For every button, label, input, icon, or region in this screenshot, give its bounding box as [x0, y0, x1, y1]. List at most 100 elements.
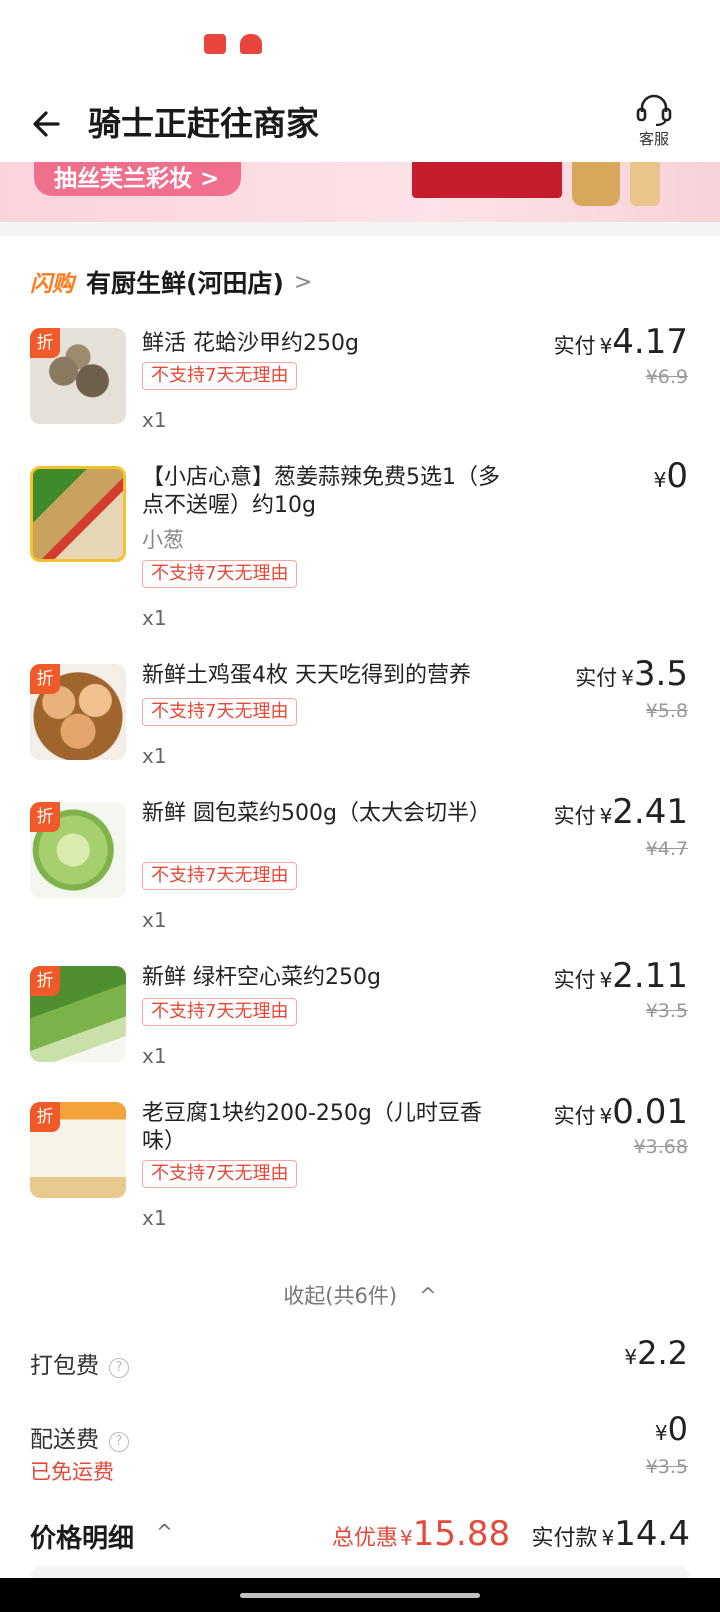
total-discount: 总优惠 ¥15.88 [332, 1514, 510, 1554]
total-paid-label: 实付款 [531, 1526, 598, 1551]
paid-price: 0.01 [612, 1092, 688, 1132]
promo-banner[interactable]: 抽丝芙兰彩妆 > [0, 162, 720, 222]
item-price: 实付 ¥0.01 [554, 1092, 688, 1132]
item-name: 新鲜土鸡蛋4枚 天天吃得到的营养 [142, 663, 471, 688]
price-detail-toggle[interactable]: 价格明细 [30, 1518, 134, 1555]
paid-label: 实付 [553, 1104, 596, 1128]
no-return-tag: 不支持7天无理由 [142, 862, 298, 890]
original-price: ¥3.5 [645, 1000, 688, 1022]
delivery-fee-amount: 0 [667, 1410, 688, 1448]
banner-cream-jar-image [572, 162, 620, 206]
discount-badge: 折 [30, 1102, 60, 1132]
no-return-tag: 不支持7天无理由 [142, 1160, 298, 1188]
water-spinach-product-image: 折 [30, 966, 126, 1062]
paid-price: 2.11 [612, 956, 688, 996]
item-spec: 小葱 [142, 528, 184, 552]
paid-price: 3.5 [633, 654, 688, 694]
packing-fee-label: 打包费? [30, 1346, 129, 1380]
system-nav-bar [0, 1578, 720, 1612]
item-quantity: x1 [142, 908, 167, 932]
shop-link[interactable]: 闪购 有厨生鲜(河田店) > [30, 262, 312, 302]
item-quantity: x1 [142, 408, 167, 432]
tofu-product-image: 折 [30, 1102, 126, 1198]
chevron-right-icon: > [293, 269, 313, 295]
yen-symbol: ¥ [400, 1526, 413, 1550]
original-price: ¥4.7 [645, 838, 688, 860]
item-price: 实付 ¥2.11 [554, 956, 688, 996]
app-notification-icon [204, 34, 226, 54]
item-name: 新鲜 圆包菜约500g（太大会切半） [142, 801, 491, 826]
paid-price: 0 [666, 456, 688, 496]
headset-icon [636, 94, 672, 126]
total-paid: 实付款 ¥14.4 [532, 1514, 690, 1554]
status-bar [0, 0, 720, 90]
order-item[interactable]: 【小店心意】葱姜蒜辣免费5选1（多点不送喔）约10g 小葱 不支持7天无理由 x… [0, 456, 720, 630]
yen-symbol: ¥ [599, 804, 613, 828]
yen-symbol: ¥ [653, 468, 667, 492]
paid-label: 实付 [553, 968, 596, 992]
order-item[interactable]: 折 鲜活 花蛤沙甲约250g 不支持7天无理由 x1 实付 ¥4.17 ¥6.9 [0, 318, 720, 432]
item-price: ¥0 [650, 456, 688, 496]
delivery-fee-label: 配送费? [30, 1420, 129, 1454]
help-icon[interactable]: ? [109, 1358, 129, 1378]
home-indicator[interactable] [240, 1593, 480, 1598]
help-icon[interactable]: ? [109, 1432, 129, 1452]
header: 骑士正赶往商家 客服 [0, 90, 720, 162]
discount-badge: 折 [30, 966, 60, 996]
discount-badge: 折 [30, 802, 60, 832]
delivery-fee-value: ¥0 [651, 1410, 688, 1448]
packing-fee-text: 打包费 [30, 1353, 99, 1379]
customer-service-button[interactable]: 客服 [624, 92, 684, 158]
item-name: 老豆腐1块约200-250g（儿时豆香味） [142, 1101, 482, 1154]
item-price: 实付 ¥2.41 [554, 792, 688, 832]
total-discount-amount: 15.88 [412, 1514, 511, 1554]
yen-symbol: ¥ [599, 968, 613, 992]
back-arrow-icon[interactable] [28, 102, 72, 146]
item-name: 【小店心意】葱姜蒜辣免费5选1（多点不送喔）约10g [142, 465, 500, 518]
packing-fee-amount: 2.2 [637, 1334, 688, 1372]
original-price: ¥3.68 [633, 1136, 688, 1158]
no-return-tag: 不支持7天无理由 [142, 698, 298, 726]
yen-symbol: ¥ [654, 1421, 668, 1445]
yen-symbol: ¥ [599, 334, 613, 358]
item-price: 实付 ¥4.17 [554, 322, 688, 362]
chevron-up-icon[interactable]: ^ [156, 1520, 173, 1544]
paid-price: 4.17 [612, 322, 688, 362]
chevron-up-icon: ^ [419, 1284, 437, 1308]
original-price: ¥5.8 [645, 700, 688, 722]
original-price: ¥6.9 [645, 366, 688, 388]
item-quantity: x1 [142, 1044, 167, 1068]
item-name: 新鲜 绿杆空心菜约250g [142, 965, 381, 990]
total-paid-amount: 14.4 [614, 1514, 690, 1554]
paid-label: 实付 [575, 666, 618, 690]
delivery-original-price: ¥3.5 [645, 1456, 688, 1478]
no-return-tag: 不支持7天无理由 [142, 560, 298, 588]
item-price: 实付 ¥3.5 [575, 654, 688, 694]
delivery-fee-text: 配送费 [30, 1427, 99, 1453]
item-quantity: x1 [142, 1206, 167, 1230]
yen-symbol: ¥ [601, 1526, 615, 1550]
order-item[interactable]: 折 老豆腐1块约200-250g（儿时豆香味） 不支持7天无理由 x1 实付 ¥0… [0, 1092, 720, 1230]
customer-service-label: 客服 [638, 130, 669, 148]
shop-name: 有厨生鲜(河田店) [86, 269, 284, 298]
order-item[interactable]: 折 新鲜 绿杆空心菜约250g 不支持7天无理由 x1 实付 ¥2.11 ¥3.5 [0, 956, 720, 1072]
page-title: 骑士正赶往商家 [88, 104, 319, 143]
item-quantity: x1 [142, 744, 167, 768]
banner-bottle-image [630, 162, 660, 206]
yen-symbol: ¥ [624, 1345, 638, 1369]
yen-symbol: ¥ [599, 1104, 613, 1128]
order-item[interactable]: 折 新鲜 圆包菜约500g（太大会切半） 不支持7天无理由 x1 实付 ¥2.41… [0, 792, 720, 932]
banner-gift-box-image [412, 162, 562, 198]
order-item[interactable]: 折 新鲜土鸡蛋4枚 天天吃得到的营养 不支持7天无理由 x1 实付 ¥3.5 ¥5… [0, 654, 720, 768]
discount-badge: 折 [30, 664, 60, 694]
no-return-tag: 不支持7天无理由 [142, 998, 298, 1026]
item-name: 鲜活 花蛤沙甲约250g [142, 331, 359, 356]
collapse-label: 收起(共6件) [283, 1284, 398, 1308]
collapse-items-toggle[interactable]: 收起(共6件) ^ [0, 1280, 720, 1310]
section-divider [0, 222, 720, 236]
promo-banner-pill[interactable]: 抽丝芙兰彩妆 > [34, 162, 242, 196]
scallion-product-image [30, 466, 126, 562]
paid-price: 2.41 [612, 792, 688, 832]
paid-label: 实付 [553, 804, 596, 828]
yen-symbol: ¥ [621, 666, 634, 690]
